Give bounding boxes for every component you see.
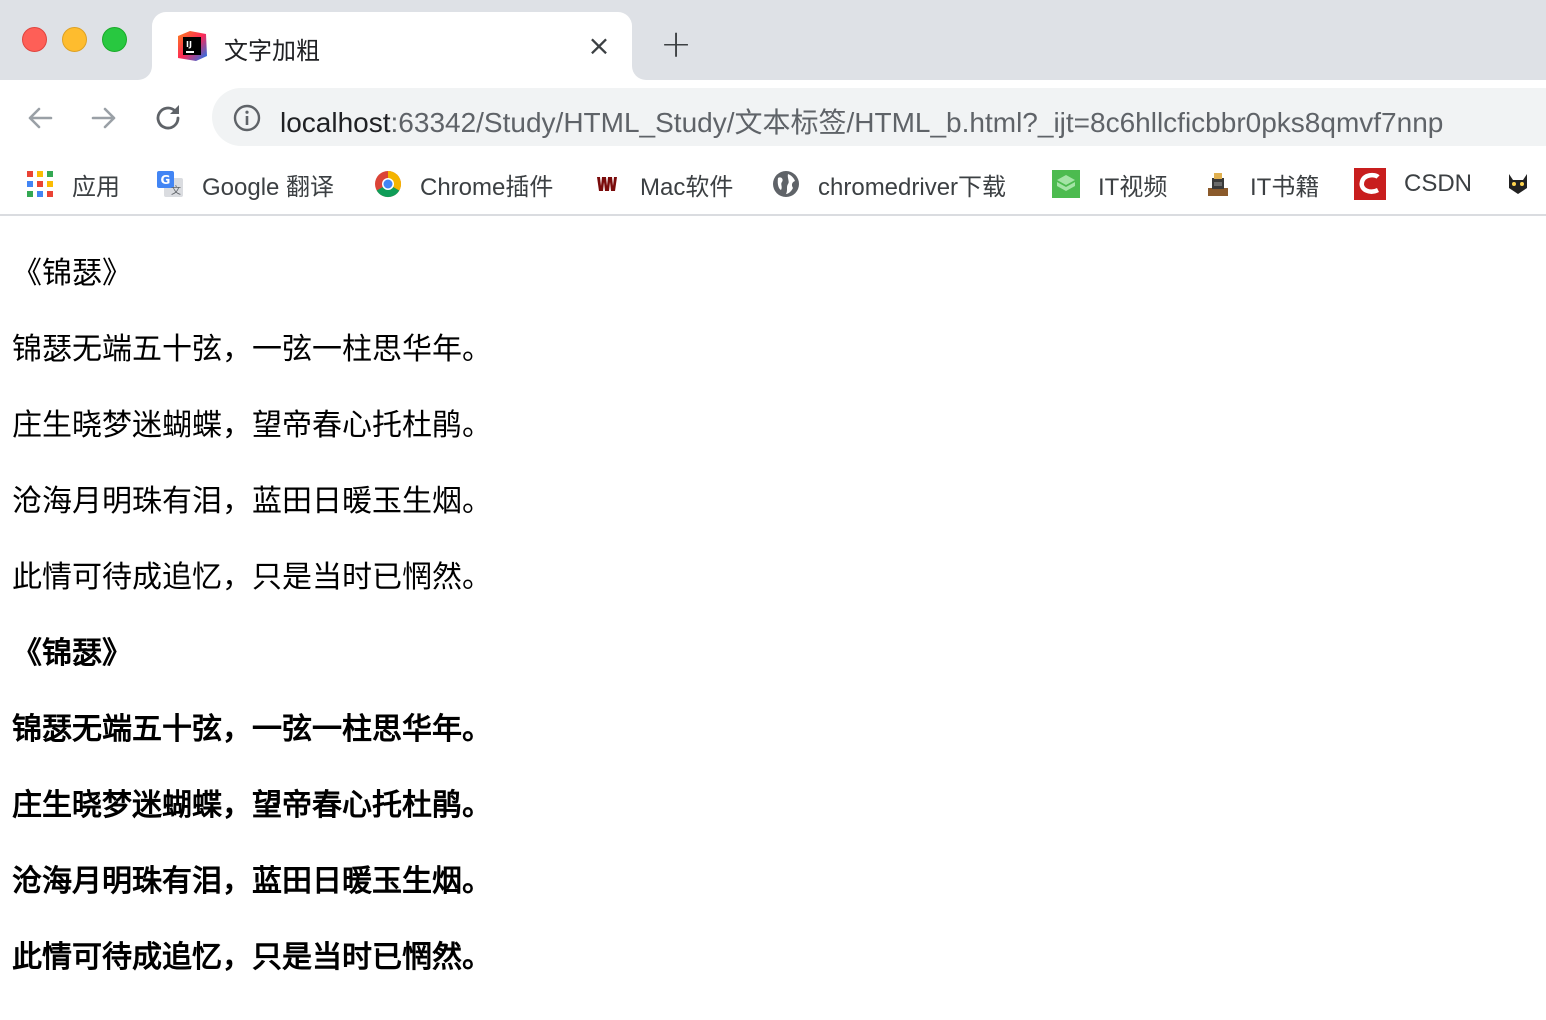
bookmark-apps[interactable]: 应用 [26,164,120,204]
bold-poem-line: 沧海月明珠有泪，蓝田日暖玉生烟。 [12,864,492,899]
bookmark-label: Chrome插件 [420,173,554,201]
cat-icon [1509,174,1527,194]
poem-line: 此情可待成追忆，只是当时已惘然。 [12,560,492,595]
it-video-icon [1052,170,1080,198]
bold-poem-line: 庄生晓梦迷蝴蝶，望帝春心托杜鹃。 [12,788,492,823]
bold-poem-line: 此情可待成追忆，只是当时已惘然。 [12,940,492,975]
bookmark-label: Google 翻译 [202,173,335,201]
active-tab[interactable]: IJ 文字加粗 × [152,12,632,80]
url-host: localhost [280,107,391,138]
chrome-icon [375,171,402,198]
intellij-idea-icon: IJ [178,31,207,61]
window-zoom-button[interactable] [102,27,127,52]
tab-title: 文字加粗 [224,37,320,65]
bookmark-label: CSDN [1404,170,1473,197]
forward-button[interactable] [84,98,124,138]
tab-strip: IJ 文字加粗 × + [0,0,1546,80]
csdn-icon [1354,168,1386,200]
close-icon[interactable]: × [584,31,614,61]
bookmark-it-books[interactable]: IT书籍 [1204,164,1319,204]
bookmark-label: IT视频 [1098,173,1168,201]
poem-line: 庄生晓梦迷蝴蝶，望帝春心托杜鹃。 [12,408,492,443]
url-path: :63342/Study/HTML_Study/文本标签/HTML_b.html… [390,107,1444,138]
poem-line: 沧海月明珠有泪，蓝田日暖玉生烟。 [12,484,492,519]
bookmark-it-video[interactable]: IT视频 [1052,164,1167,204]
bookmark-overflow[interactable] [1504,164,1546,204]
bookmark-google-translate[interactable]: G 文 Google 翻译 [156,164,334,204]
it-books-icon [1208,173,1228,196]
bookmark-label: 应用 [72,173,120,201]
window-minimize-button[interactable] [62,27,87,52]
url-text[interactable]: localhost:63342/Study/HTML_Study/文本标签/HT… [280,101,1443,141]
bookmark-label: chromedriver下载 [818,173,1007,201]
forward-arrow-icon [91,107,116,129]
svg-text:文: 文 [171,184,181,197]
google-translate-icon: G 文 [157,171,183,197]
bookmark-chrome-plugins[interactable]: Chrome插件 [374,164,553,204]
bookmark-label: IT书籍 [1250,173,1320,201]
address-bar[interactable]: localhost:63342/Study/HTML_Study/文本标签/HT… [212,88,1546,146]
info-icon[interactable] [232,103,262,133]
bookmark-csdn[interactable]: CSDN [1354,164,1472,204]
bookmarks-bar: 应用 G 文 Google 翻译 Chrome插件 Mac软件 chromedr… [0,154,1546,216]
globe-icon [773,171,799,197]
bookmark-chromedriver[interactable]: chromedriver下载 [772,164,1006,204]
poem-line: 锦瑟无端五十弦，一弦一柱思华年。 [12,332,492,367]
poem-title: 《锦瑟》 [12,256,132,291]
new-tab-button[interactable]: + [660,25,692,63]
mac-software-icon [597,177,617,191]
window-close-button[interactable] [22,27,47,52]
bookmark-label: Mac软件 [640,173,734,201]
page-content: 《锦瑟》 锦瑟无端五十弦，一弦一柱思华年。 庄生晓梦迷蝴蝶，望帝春心托杜鹃。 沧… [0,216,1546,1020]
reload-button[interactable] [148,98,188,138]
svg-text:IJ: IJ [186,40,192,49]
reload-icon [156,105,180,130]
back-button[interactable] [20,98,60,138]
bookmark-mac-software[interactable]: Mac软件 [594,164,733,204]
back-arrow-icon [28,107,53,129]
svg-text:G: G [161,173,171,187]
browser-toolbar: localhost:63342/Study/HTML_Study/文本标签/HT… [0,80,1546,154]
bold-poem-title: 《锦瑟》 [12,636,132,671]
bold-poem-line: 锦瑟无端五十弦，一弦一柱思华年。 [12,712,492,747]
apps-grid-icon [27,171,53,197]
